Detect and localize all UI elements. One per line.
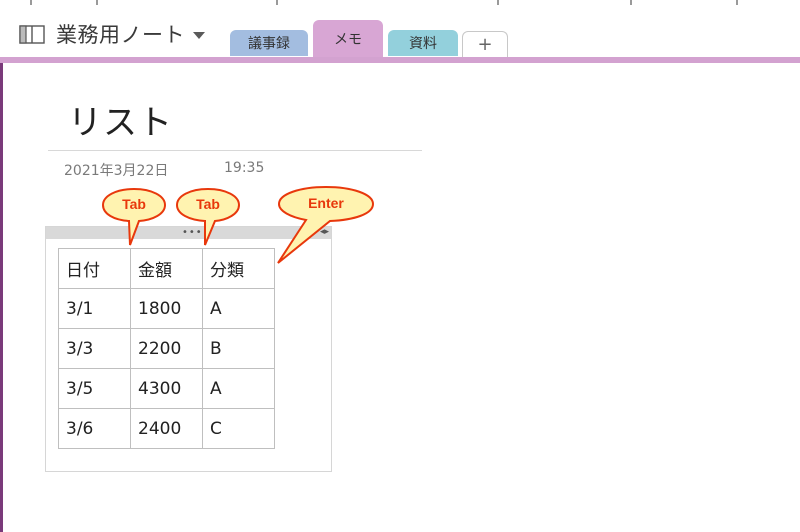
callout-label: Tab bbox=[196, 196, 220, 212]
page-left-rule bbox=[0, 63, 3, 532]
section-color-bar bbox=[0, 57, 800, 63]
table-cell[interactable]: B bbox=[202, 328, 275, 369]
table-row: 3/3 2200 B bbox=[58, 328, 275, 369]
callout-label: Tab bbox=[122, 196, 146, 212]
page-time: 19:35 bbox=[224, 160, 265, 176]
callout-tab-1: Tab bbox=[101, 187, 167, 249]
table-cell[interactable]: 3/6 bbox=[58, 408, 131, 449]
tab-gijiroku[interactable]: 議事録 bbox=[230, 30, 308, 56]
table-cell[interactable]: C bbox=[202, 408, 275, 449]
notebook-selector[interactable]: 業務用ノート bbox=[18, 20, 205, 48]
notebook-icon bbox=[19, 25, 45, 44]
table-cell[interactable]: 3/5 bbox=[58, 368, 131, 409]
table-cell[interactable]: 3/3 bbox=[58, 328, 131, 369]
chevron-down-icon[interactable] bbox=[193, 31, 205, 39]
callout-label: Enter bbox=[308, 195, 344, 211]
table-cell[interactable]: A bbox=[202, 288, 275, 329]
table-cell[interactable]: 日付 bbox=[58, 248, 131, 289]
page-title[interactable]: リスト bbox=[68, 95, 173, 144]
table-cell[interactable]: 2200 bbox=[130, 328, 203, 369]
tab-memo[interactable]: メモ bbox=[313, 20, 383, 58]
table-cell[interactable]: 4300 bbox=[130, 368, 203, 409]
tab-shiryo[interactable]: 資料 bbox=[388, 30, 458, 56]
callout-enter: Enter bbox=[276, 185, 376, 265]
title-divider bbox=[48, 150, 422, 151]
table-row: 3/6 2400 C bbox=[58, 408, 275, 449]
page-date: 2021年3月22日 bbox=[64, 163, 169, 179]
table-header-row: 日付 金額 分類 bbox=[58, 248, 275, 289]
add-section-button[interactable]: + bbox=[462, 31, 508, 57]
ribbon-divider bbox=[736, 0, 738, 5]
table-cell[interactable]: 3/1 bbox=[58, 288, 131, 329]
table-row: 3/5 4300 A bbox=[58, 368, 275, 409]
ribbon-divider bbox=[497, 0, 499, 5]
data-table: 日付 金額 分類 3/1 1800 A 3/3 2200 B 3/5 4300 A 3/6 2400 C bbox=[58, 248, 275, 449]
table-cell[interactable]: A bbox=[202, 368, 275, 409]
ribbon-divider bbox=[96, 0, 98, 5]
table-cell[interactable]: 2400 bbox=[130, 408, 203, 449]
ribbon-divider bbox=[630, 0, 632, 5]
table-cell[interactable]: 金額 bbox=[130, 248, 203, 289]
callout-tab-2: Tab bbox=[175, 187, 241, 249]
table-cell[interactable]: 1800 bbox=[130, 288, 203, 329]
ribbon-divider bbox=[30, 0, 32, 5]
notebook-title: 業務用ノート bbox=[56, 23, 185, 47]
table-cell[interactable]: 分類 bbox=[202, 248, 275, 289]
table-row: 3/1 1800 A bbox=[58, 288, 275, 329]
ribbon-divider bbox=[276, 0, 278, 5]
